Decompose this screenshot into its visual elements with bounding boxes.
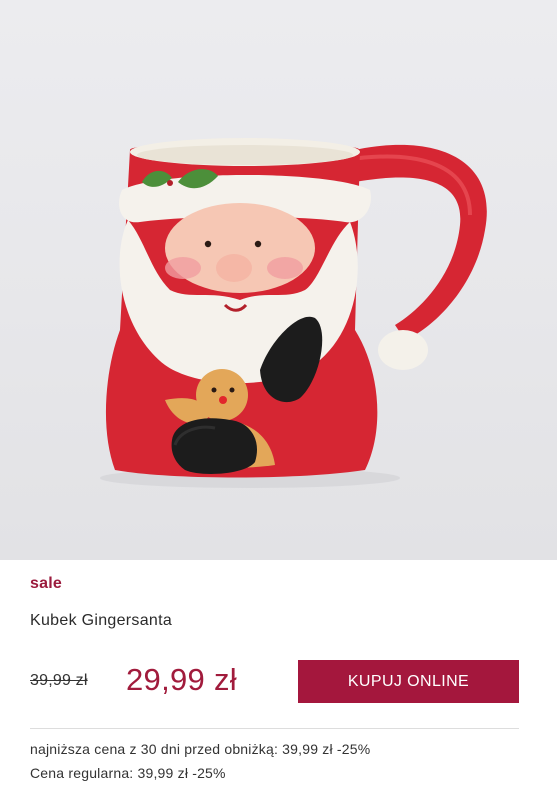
product-image[interactable] <box>0 0 557 560</box>
product-card: sale Kubek Gingersanta 39,99 zł 29,99 zł… <box>0 0 557 800</box>
old-price: 39,99 zł <box>30 672 88 689</box>
buy-online-button[interactable]: KUPUJ ONLINE <box>298 660 519 703</box>
lowest-price-note: najniższa cena z 30 dni przed obniżką: 3… <box>30 741 371 757</box>
santa-mug-illustration <box>100 138 487 488</box>
product-title[interactable]: Kubek Gingersanta <box>30 612 172 630</box>
divider <box>30 728 519 729</box>
regular-price-note: Cena regularna: 39,99 zł -25% <box>30 765 226 781</box>
sale-price: 29,99 zł <box>126 662 237 697</box>
sale-badge: sale <box>30 575 62 592</box>
